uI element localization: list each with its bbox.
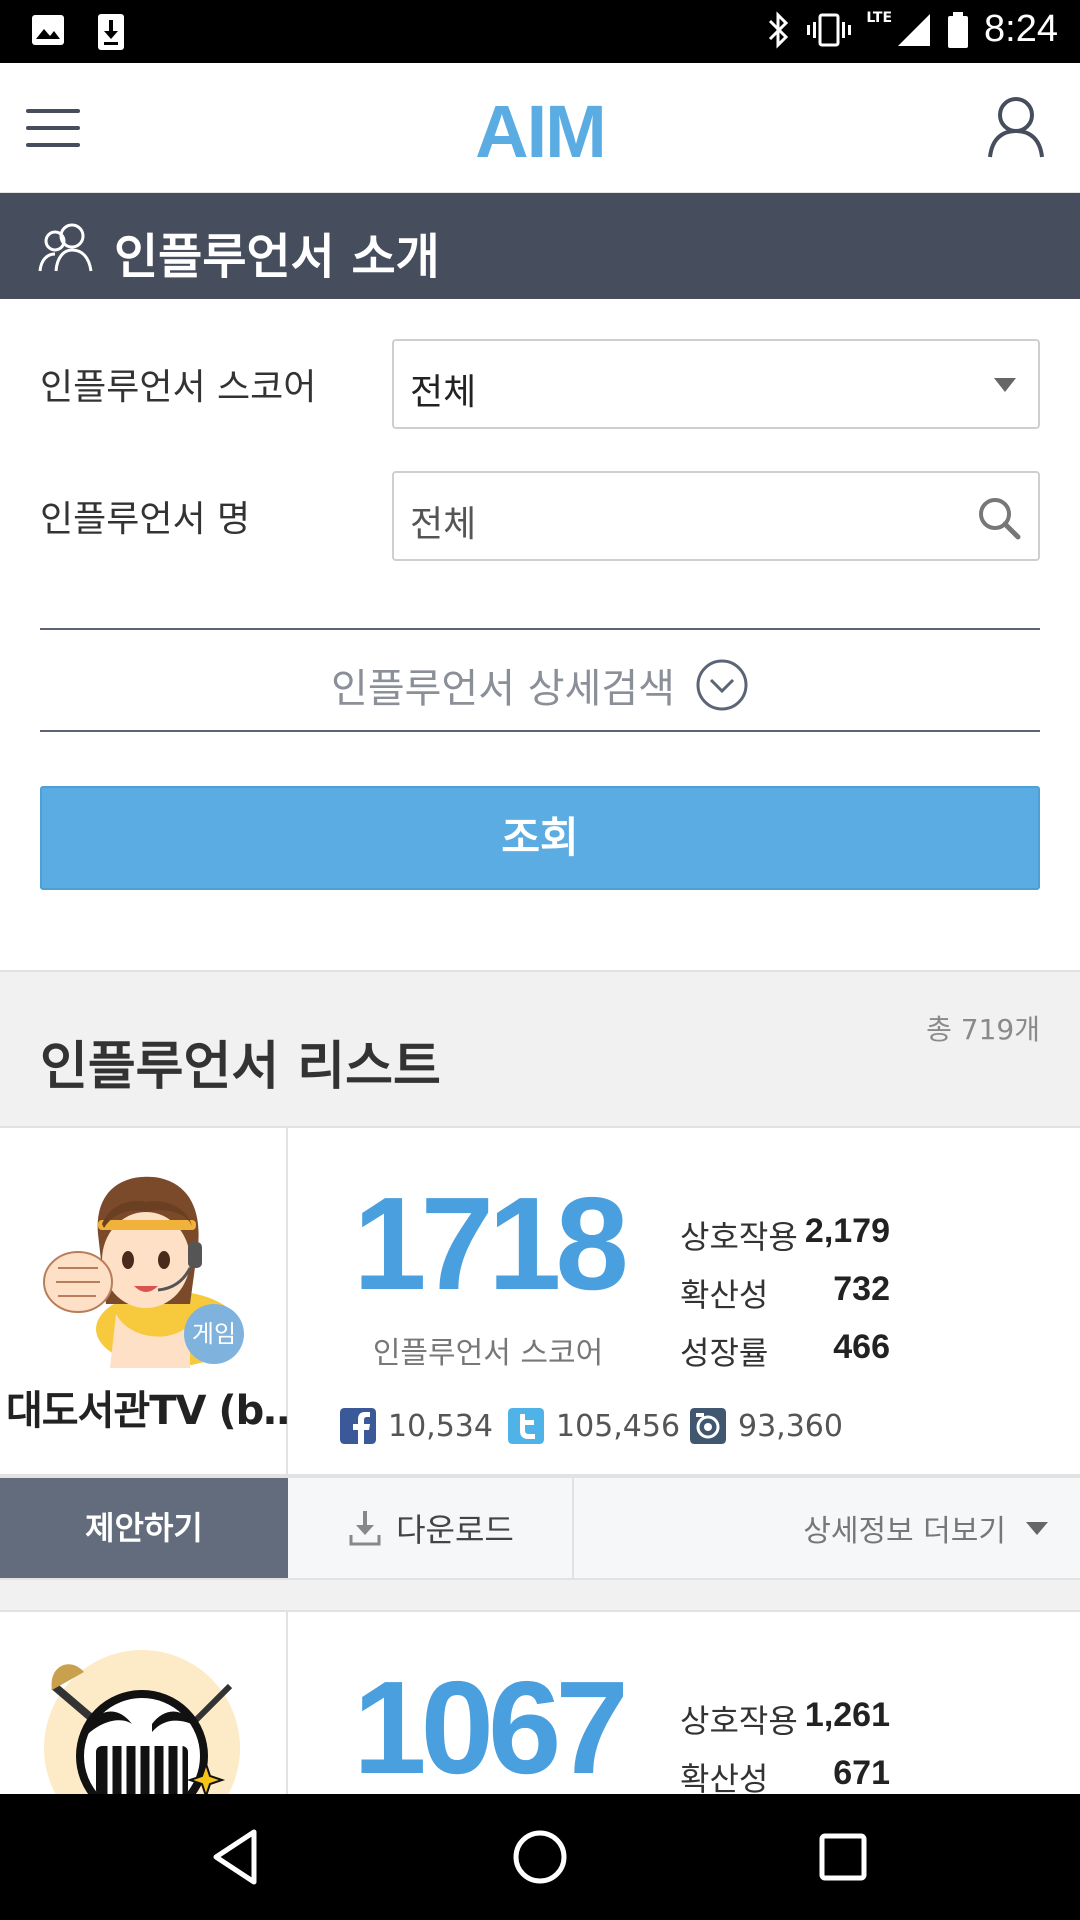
clock: 8:24 <box>984 8 1058 50</box>
metric-interaction: 상호작용 1,261 <box>680 1696 890 1742</box>
download-button[interactable]: 다운로드 <box>290 1478 574 1578</box>
recents-icon[interactable] <box>810 1824 876 1890</box>
download-label: 다운로드 <box>396 1511 514 1549</box>
battery-icon <box>948 11 969 48</box>
bluetooth-icon <box>769 10 789 49</box>
influencer-score: 1067 <box>353 1654 629 1801</box>
system-navigation-bar <box>0 1794 1080 1920</box>
facebook-icon <box>340 1408 376 1444</box>
twitter-followers: 105,456 <box>508 1408 680 1444</box>
influencer-score: 1718 <box>353 1170 629 1317</box>
network-type: LTE <box>866 9 893 26</box>
list-title: 인플루언서 리스트 <box>40 1037 441 1097</box>
more-details-button[interactable]: 상세정보 더보기 <box>576 1478 1080 1578</box>
list-total-count: 총 719개 <box>926 1013 1040 1046</box>
name-search-placeholder: 전체 <box>410 504 477 545</box>
card-separator <box>0 1580 1080 1610</box>
twitter-count: 105,456 <box>556 1408 681 1444</box>
propose-button[interactable]: 제안하기 <box>0 1478 288 1578</box>
video-followers: 93,360 <box>690 1408 843 1444</box>
twitter-icon <box>508 1408 544 1444</box>
metric-label: 상호작용 <box>680 1702 798 1740</box>
score-dropdown[interactable]: 전체 <box>392 339 1040 429</box>
list-header: 인플루언서 리스트 총 719개 <box>0 970 1080 1128</box>
metric-label: 확산성 <box>680 1760 769 1798</box>
facebook-followers: 10,534 <box>340 1408 493 1444</box>
influencer-name[interactable]: 대도서관TV (b… <box>6 1378 288 1436</box>
status-bar: LTE 8:24 <box>0 0 1080 63</box>
name-search-input[interactable]: 전체 <box>392 471 1040 561</box>
metric-value: 1,261 <box>804 1696 890 1734</box>
search-submit-button[interactable]: 조회 <box>40 786 1040 890</box>
chevron-down-circle-icon <box>696 659 748 711</box>
app-header: AIM <box>0 63 1080 193</box>
dropdown-arrow-icon <box>994 378 1016 392</box>
metric-label: 확산성 <box>680 1276 769 1314</box>
influencer-card[interactable]: 게임 대도서관TV (b… 1718 인플루언서 스코어 상호작용 2,179 … <box>0 1128 1080 1476</box>
metric-interaction: 상호작용 2,179 <box>680 1212 890 1258</box>
influencer-profile: 게임 대도서관TV (b… <box>0 1128 288 1474</box>
influencer-card[interactable]: 1067 상호작용 1,261 확산성 671 <box>0 1610 1080 1849</box>
people-icon <box>38 223 93 272</box>
metric-value: 2,179 <box>804 1212 890 1250</box>
influencer-score-label: 인플루언서 스코어 <box>372 1336 604 1371</box>
vibrate-icon <box>807 13 852 46</box>
advanced-search-label: 인플루언서 상세검색 <box>331 666 675 712</box>
score-dropdown-value: 전체 <box>410 372 477 413</box>
user-profile-icon[interactable] <box>986 95 1046 159</box>
video-count: 93,360 <box>738 1408 843 1444</box>
score-filter-label: 인플루언서 스코어 <box>40 367 317 408</box>
facebook-count: 10,534 <box>388 1408 493 1444</box>
metric-value: 466 <box>833 1328 890 1366</box>
more-details-label: 상세정보 더보기 <box>803 1514 1006 1549</box>
metric-label: 성장률 <box>680 1334 769 1372</box>
metric-label: 상호작용 <box>680 1218 798 1256</box>
back-icon[interactable] <box>204 1824 270 1890</box>
home-icon[interactable] <box>507 1824 573 1890</box>
metric-diffusion: 확산성 732 <box>680 1270 890 1316</box>
page-title: 인플루언서 소개 <box>114 229 440 285</box>
video-icon <box>690 1408 726 1444</box>
advanced-search-toggle[interactable]: 인플루언서 상세검색 <box>40 628 1040 732</box>
download-icon <box>349 1511 381 1546</box>
image-notification-icon <box>32 15 64 45</box>
section-banner: 인플루언서 소개 <box>0 193 1080 299</box>
triangle-down-icon <box>1026 1521 1048 1535</box>
signal-icon <box>898 13 931 46</box>
metric-growth: 성장률 466 <box>680 1328 890 1374</box>
influencer-profile <box>0 1612 288 1849</box>
app-logo[interactable]: AIM <box>0 89 1080 174</box>
metric-value: 671 <box>833 1754 890 1792</box>
name-filter-label: 인플루언서 명 <box>40 499 251 540</box>
category-badge: 게임 <box>184 1304 244 1364</box>
search-icon[interactable] <box>976 495 1022 541</box>
download-notification-icon <box>98 14 124 50</box>
card-actions: 제안하기 다운로드 상세정보 더보기 <box>0 1476 1080 1580</box>
metric-value: 732 <box>833 1270 890 1308</box>
